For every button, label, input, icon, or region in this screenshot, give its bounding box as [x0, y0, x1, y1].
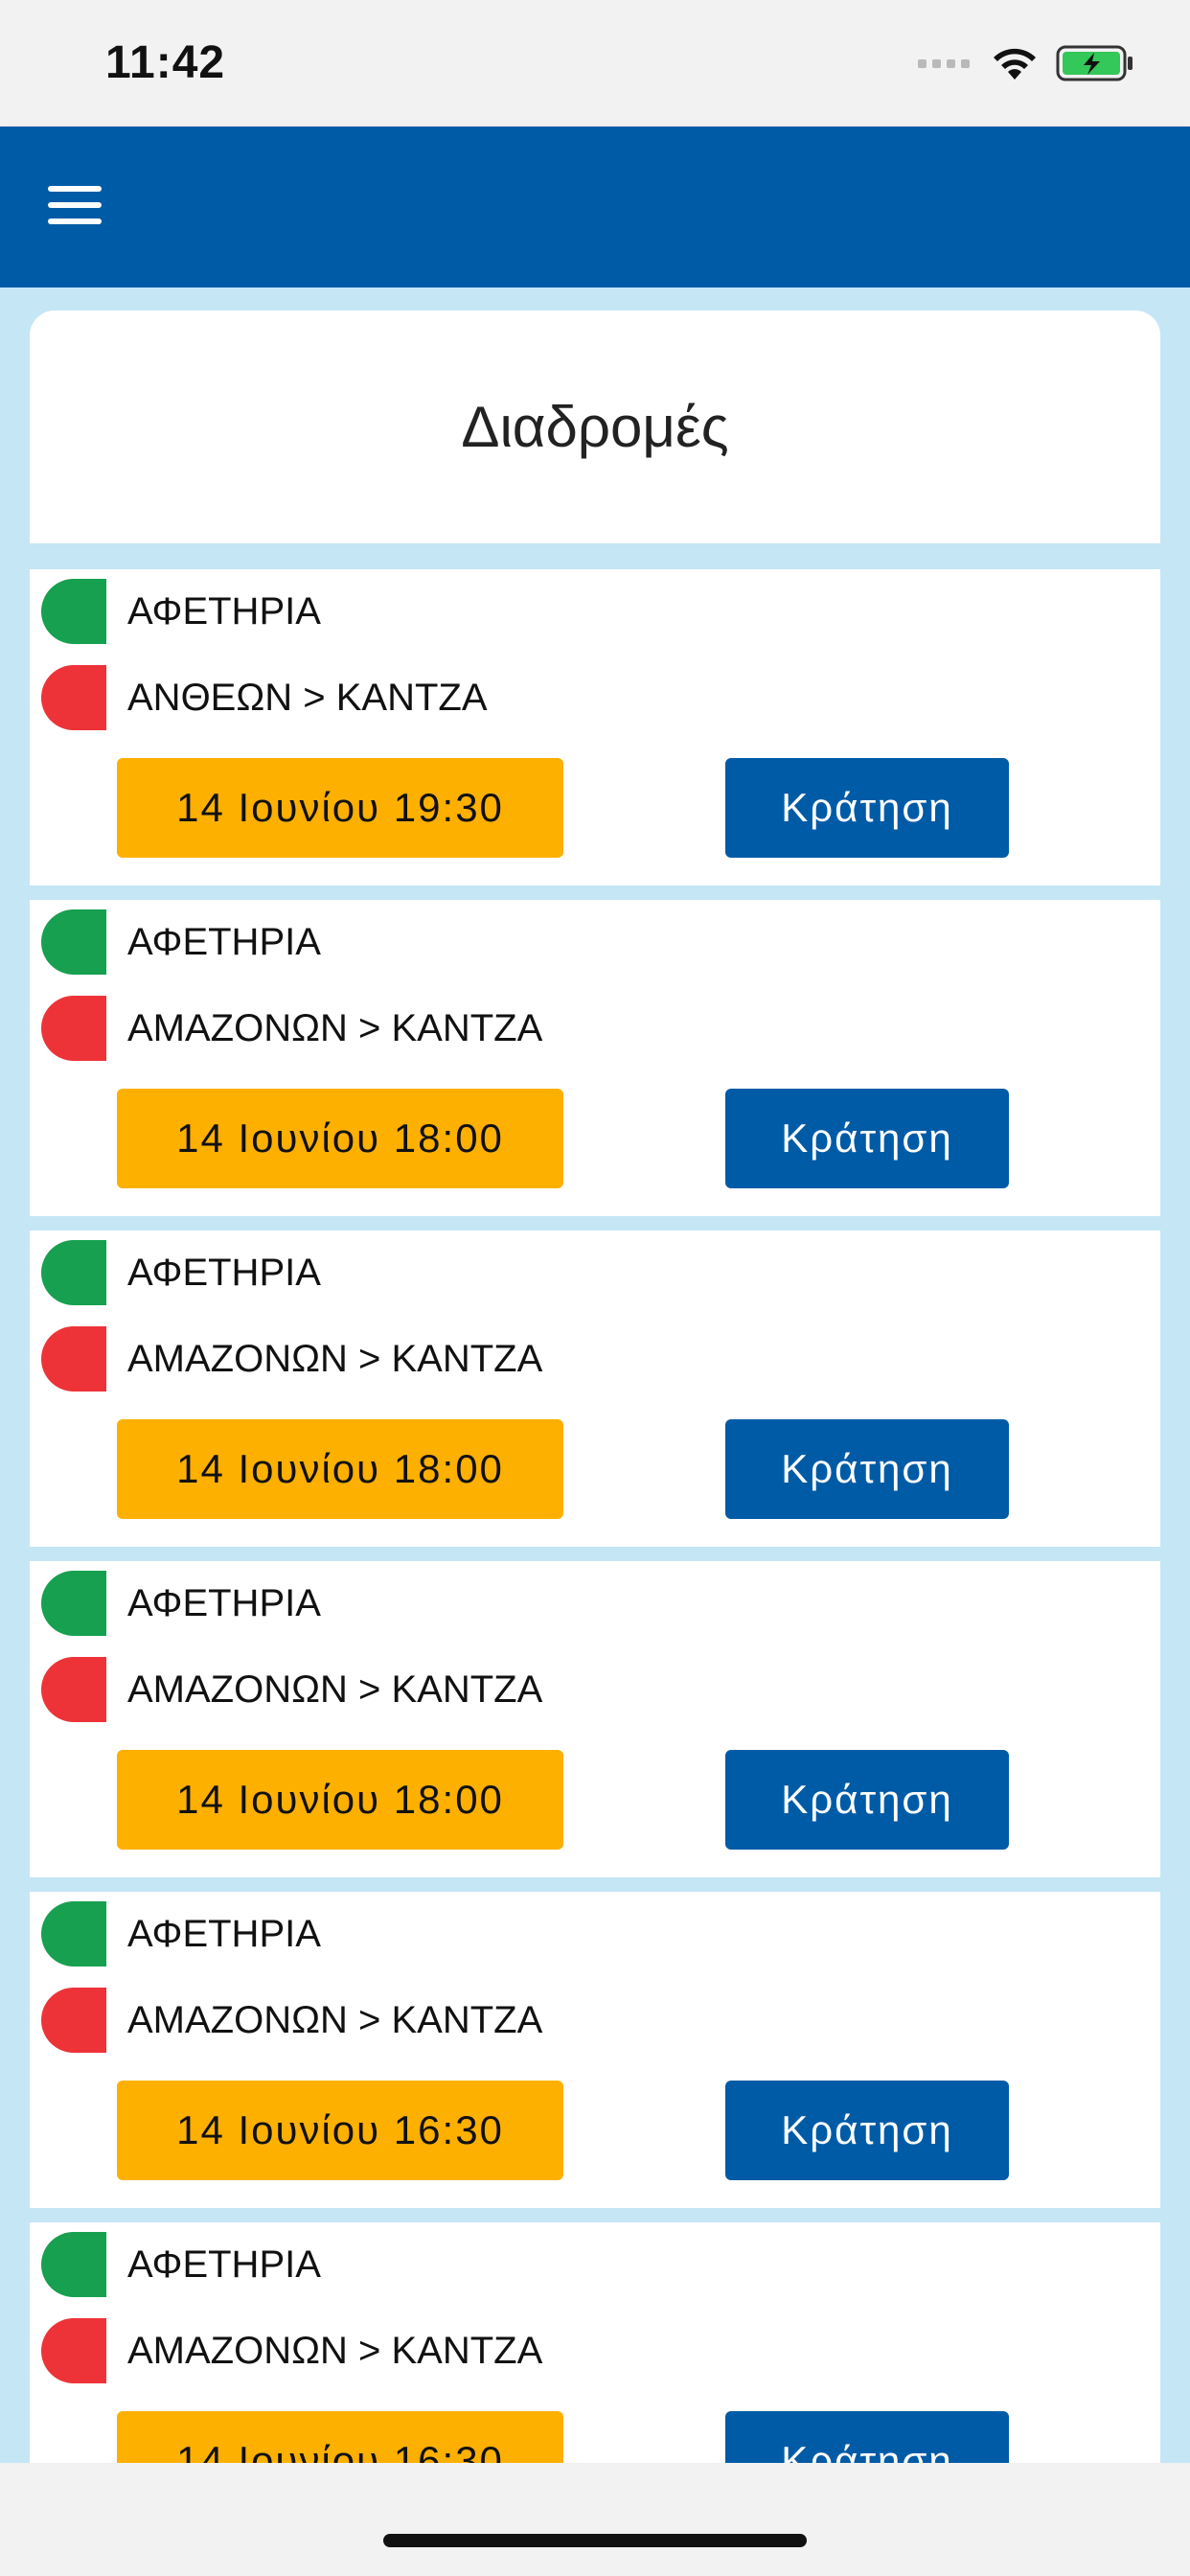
start-marker-icon — [41, 909, 106, 975]
route-card: ΑΦΕΤΗΡΙΑ ΑΜΑΖΟΝΩΝ > ΚΑΝΤΖΑ 14 Ιουνίου 18… — [30, 1561, 1160, 1877]
route-start-label: ΑΦΕΤΗΡΙΑ — [127, 1582, 321, 1624]
start-marker-icon — [41, 1240, 106, 1305]
route-start-label: ΑΦΕΤΗΡΙΑ — [127, 921, 321, 963]
start-marker-icon — [41, 2232, 106, 2297]
book-button[interactable]: Κράτηση — [725, 1419, 1009, 1519]
date-button[interactable]: 14 Ιουνίου 18:00 — [117, 1419, 563, 1519]
bottom-safe-area — [0, 2463, 1190, 2576]
route-card: ΑΦΕΤΗΡΙΑ ΑΜΑΖΟΝΩΝ > ΚΑΝΤΖΑ 14 Ιουνίου 18… — [30, 900, 1160, 1216]
start-marker-icon — [41, 1571, 106, 1636]
home-indicator[interactable] — [383, 2534, 807, 2547]
signal-icon — [918, 58, 970, 68]
book-button[interactable]: Κράτηση — [725, 2081, 1009, 2180]
route-card: ΑΦΕΤΗΡΙΑ ΑΜΑΖΟΝΩΝ > ΚΑΝΤΖΑ 14 Ιουνίου 18… — [30, 1230, 1160, 1547]
end-marker-icon — [41, 1988, 106, 2053]
page-title: Διαδρομές — [461, 395, 729, 459]
date-button[interactable]: 14 Ιουνίου 19:30 — [117, 758, 563, 858]
route-name: ΑΜΑΖΟΝΩΝ > ΚΑΝΤΖΑ — [127, 2330, 543, 2372]
end-marker-icon — [41, 1326, 106, 1392]
route-name: ΑΜΑΖΟΝΩΝ > ΚΑΝΤΖΑ — [127, 1668, 543, 1711]
status-time: 11:42 — [105, 37, 226, 88]
route-name: ΑΜΑΖΟΝΩΝ > ΚΑΝΤΖΑ — [127, 1007, 543, 1049]
route-name: ΑΜΑΖΟΝΩΝ > ΚΑΝΤΖΑ — [127, 1999, 543, 2041]
status-icons — [918, 44, 1134, 82]
app-bar — [0, 126, 1190, 288]
date-button[interactable]: 14 Ιουνίου 18:00 — [117, 1750, 563, 1850]
date-button[interactable]: 14 Ιουνίου 18:00 — [117, 1089, 563, 1188]
end-marker-icon — [41, 996, 106, 1061]
start-marker-icon — [41, 579, 106, 644]
routes-list[interactable]: Διαδρομές ΑΦΕΤΗΡΙΑ ΑΝΘΕΩΝ > ΚΑΝΤΖΑ 14 Ιο… — [0, 288, 1190, 2463]
status-bar: 11:42 — [0, 0, 1190, 126]
route-card: ΑΦΕΤΗΡΙΑ ΑΝΘΕΩΝ > ΚΑΝΤΖΑ 14 Ιουνίου 19:3… — [30, 569, 1160, 886]
start-marker-icon — [41, 1901, 106, 1966]
book-button[interactable]: Κράτηση — [725, 1750, 1009, 1850]
battery-charging-icon — [1056, 45, 1133, 81]
route-card: ΑΦΕΤΗΡΙΑ ΑΜΑΖΟΝΩΝ > ΚΑΝΤΖΑ 14 Ιουνίου 16… — [30, 1892, 1160, 2208]
route-start-label: ΑΦΕΤΗΡΙΑ — [127, 1252, 321, 1294]
book-button[interactable]: Κράτηση — [725, 1089, 1009, 1188]
route-start-label: ΑΦΕΤΗΡΙΑ — [127, 590, 321, 632]
end-marker-icon — [41, 1657, 106, 1722]
route-start-label: ΑΦΕΤΗΡΙΑ — [127, 1913, 321, 1955]
end-marker-icon — [41, 665, 106, 730]
date-button[interactable]: 14 Ιουνίου 16:30 — [117, 2081, 563, 2180]
end-marker-icon — [41, 2318, 106, 2383]
route-name: ΑΜΑΖΟΝΩΝ > ΚΑΝΤΖΑ — [127, 1338, 543, 1380]
book-button[interactable]: Κράτηση — [725, 758, 1009, 858]
hamburger-menu-icon[interactable] — [48, 176, 113, 234]
book-button[interactable]: Κράτηση — [725, 2411, 1009, 2463]
wifi-icon — [994, 48, 1036, 80]
date-button[interactable]: 14 Ιουνίου 16:30 — [117, 2411, 563, 2463]
title-card: Διαδρομές — [30, 310, 1160, 543]
route-start-label: ΑΦΕΤΗΡΙΑ — [127, 2243, 321, 2286]
route-name: ΑΝΘΕΩΝ > ΚΑΝΤΖΑ — [127, 677, 488, 719]
route-card: ΑΦΕΤΗΡΙΑ ΑΜΑΖΟΝΩΝ > ΚΑΝΤΖΑ 14 Ιουνίου 16… — [30, 2222, 1160, 2463]
